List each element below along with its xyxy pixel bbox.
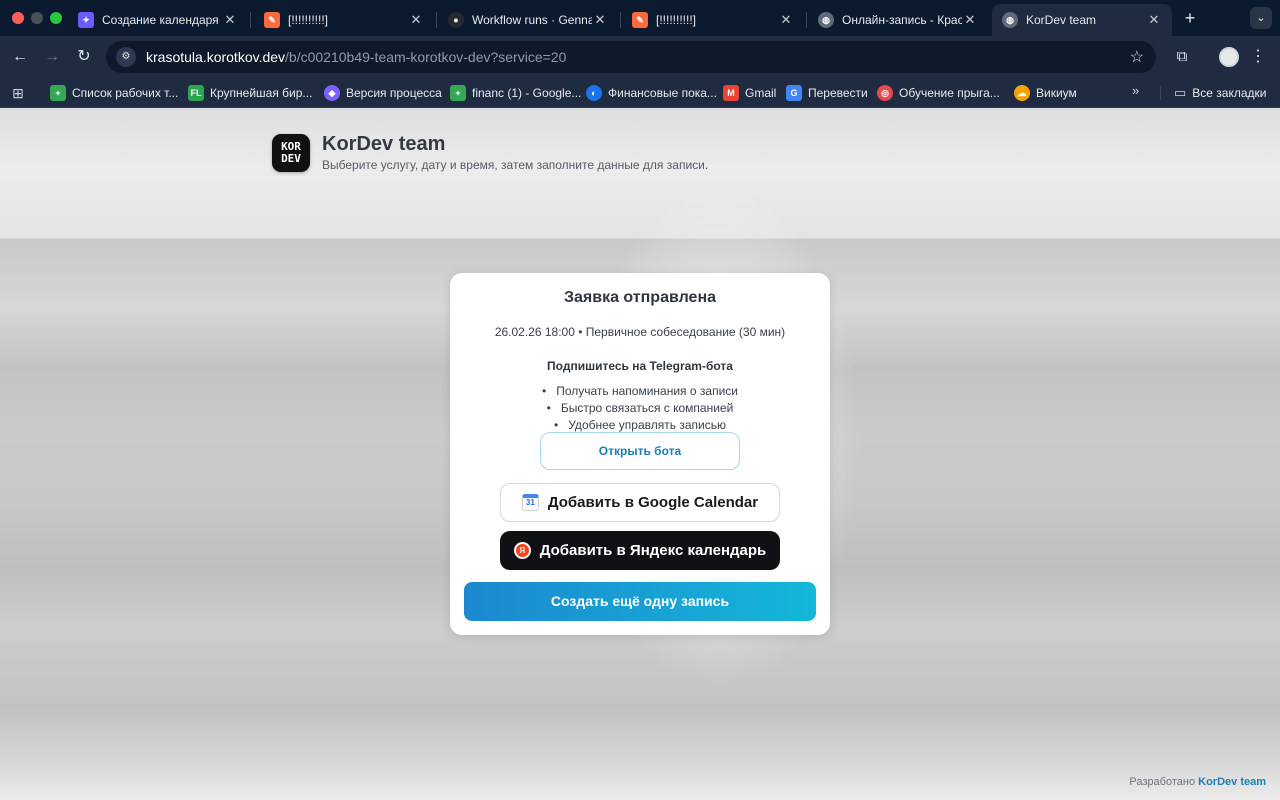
tab-3[interactable]: ✎ [!!!!!!!!!!] ✕ [622,4,804,36]
globe-icon: ◍ [1002,12,1018,28]
brand-subtitle: Выберите услугу, дату и время, затем зап… [322,158,709,172]
browser-toolbar: ← → ↻ ⚙ krasotula.korotkov.dev/b/c00210b… [0,36,1280,78]
bookmark-item[interactable]: ◐ Финансовые пока... [586,83,717,103]
address-bar[interactable]: ⚙ krasotula.korotkov.dev/b/c00210b49-tea… [106,41,1156,73]
bookmark-item[interactable]: M Gmail [723,83,776,103]
open-bot-button[interactable]: Открыть бота [540,432,740,470]
tab-5-active[interactable]: ◍ KorDev team ✕ [992,4,1172,36]
card-title: Заявка отправлена [563,289,717,306]
yandex-icon: Я [513,542,531,559]
add-yandex-calendar-button[interactable]: Я Добавить в Яндекс календарь [500,531,780,570]
fl-icon: FL [188,85,204,101]
finance-icon: ◐ [586,85,602,101]
close-icon[interactable]: ✕ [962,12,978,28]
booking-summary: 26.02.26 18:00 • Первичное собеседование… [494,325,786,339]
folder-icon: ▭ [1174,85,1187,100]
brand-title: KorDev team [322,133,446,155]
wikium-icon: ☁ [1014,85,1030,101]
brand-header: KOR DEV KorDev team Выберите услугу, дат… [272,133,708,172]
bookmark-item[interactable]: + financ (1) - Google... [450,83,581,103]
bookmarks-bar: ⊞ + Список рабочих т... FL Крупнейшая би… [0,78,1280,108]
bookmark-item[interactable]: FL Крупнейшая бир... [188,83,312,103]
gmail-icon: M [723,85,739,101]
all-bookmarks-folder[interactable]: ▭ Все закладки [1174,83,1267,103]
kordev-logo: KOR DEV [272,133,310,172]
close-icon[interactable]: ✕ [778,12,794,28]
reload-icon[interactable]: ↻ [72,45,96,69]
google-calendar-icon: 31 [521,494,539,511]
bookmark-item[interactable]: ◎ Обучение прыга... [877,83,1000,103]
profile-avatar[interactable] [1219,47,1239,67]
back-arrow-icon[interactable]: ← [8,45,32,69]
telegram-heading: Подпишитесь на Telegram-бота [547,359,733,373]
minimize-window-button[interactable] [31,12,43,24]
benefit-item: Быстро связаться с компанией [450,400,830,417]
tab-1[interactable]: ✎ [!!!!!!!!!!] ✕ [254,4,434,36]
sheets-icon: + [50,85,66,101]
tab-4[interactable]: ◍ Онлайн-запись - Красо ✕ [808,4,988,36]
bookmark-star-icon[interactable]: ☆ [1130,47,1144,67]
bookmark-item[interactable]: G Перевести [786,83,868,103]
url-text[interactable]: krasotula.korotkov.dev/b/c00210b49-team-… [146,49,566,65]
cursor-logo-icon: ✦ [78,12,94,28]
footer-credit: Разработано KorDev team [1129,776,1266,788]
translate-icon: G [786,85,802,101]
maximize-window-button[interactable] [50,12,62,24]
tab-search-button[interactable]: ⌄ [1250,7,1272,29]
forward-arrow-icon[interactable]: → [40,45,64,69]
globe-icon: ◍ [818,12,834,28]
page-content: KOR DEV KorDev team Выберите услугу, дат… [0,108,1280,800]
site-info-icon[interactable]: ⚙ [116,47,136,67]
close-window-button[interactable] [12,12,24,24]
apps-grid-icon[interactable]: ⊞ [10,85,26,101]
tab-0[interactable]: ✦ Создание календаря с ✕ [68,4,248,36]
app-logo-icon: ✎ [264,12,280,28]
bookmark-item[interactable]: ◆ Версия процесса [324,83,442,103]
tab-bar: ✦ Создание календаря с ✕ ✎ [!!!!!!!!!!] … [0,0,1280,36]
training-icon: ◎ [877,85,893,101]
new-tab-button[interactable]: + [1180,8,1200,28]
sheets-icon: + [450,85,466,101]
extensions-icon[interactable]: ⧉ [1170,45,1194,69]
github-icon: ● [448,12,464,28]
process-icon: ◆ [324,85,340,101]
benefit-item: Получать напоминания о записи [450,383,830,400]
close-icon[interactable]: ✕ [408,12,424,28]
add-google-calendar-button[interactable]: 31 Добавить в Google Calendar [500,483,780,522]
app-logo-icon: ✎ [632,12,648,28]
bookmark-item[interactable]: + Список рабочих т... [50,83,178,103]
tab-2[interactable]: ● Workflow runs · Gennadi ✕ [438,4,618,36]
create-another-booking-button[interactable]: Создать ещё одну запись [464,582,816,621]
menu-kebab-icon[interactable]: ⋮ [1250,45,1266,69]
close-icon[interactable]: ✕ [592,12,608,28]
confirmation-card: Заявка отправлена 26.02.26 18:00 • Перви… [450,273,830,635]
bookmark-item[interactable]: ☁ Викиум [1014,83,1077,103]
footer-link[interactable]: KorDev team [1198,776,1266,788]
benefits-list: Получать напоминания о записи Быстро свя… [450,383,830,434]
bookmarks-overflow-icon[interactable]: » [1132,83,1139,98]
close-icon[interactable]: ✕ [1146,12,1162,28]
close-icon[interactable]: ✕ [222,12,238,28]
